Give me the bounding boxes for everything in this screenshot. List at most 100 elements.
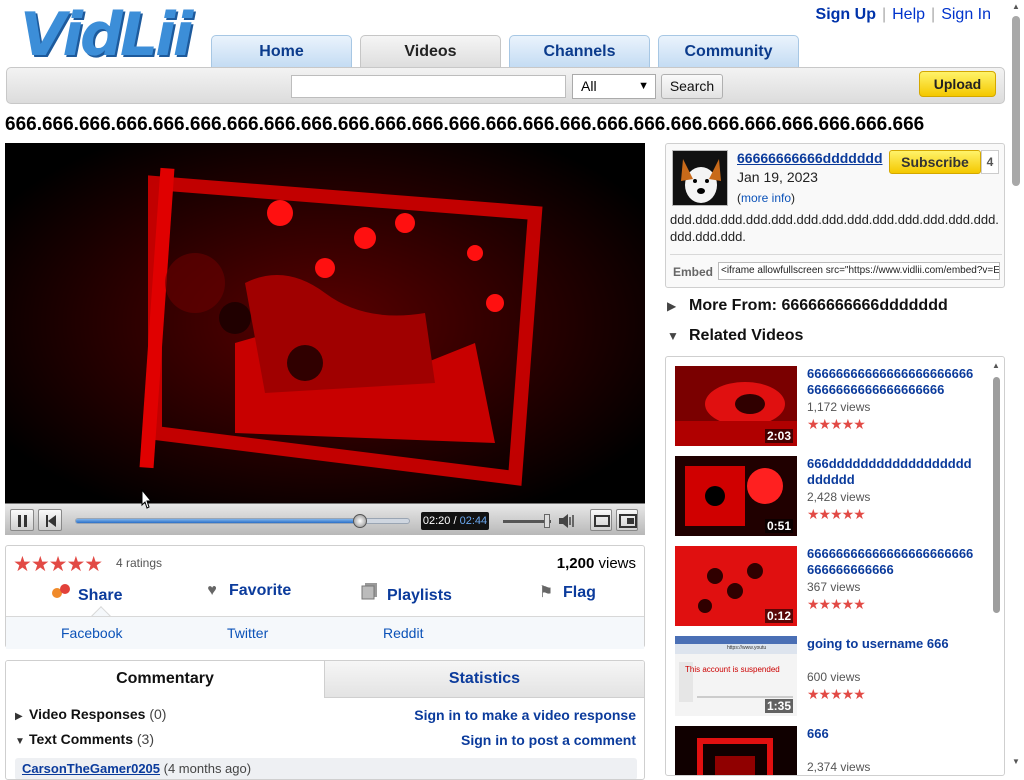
share-facebook-link[interactable]: Facebook (61, 625, 122, 641)
embed-label: Embed (673, 265, 714, 279)
chevron-down-icon: ▼ (15, 736, 25, 747)
related-video-item[interactable]: 666 2,374 views (675, 726, 985, 775)
share-twitter-link[interactable]: Twitter (227, 625, 268, 641)
tab-commentary[interactable]: Commentary (6, 661, 325, 698)
search-bar: All ▼ Search Upload (6, 67, 1005, 104)
more-info-link[interactable]: more info (741, 191, 791, 205)
related-videos-label: Related Videos (689, 327, 804, 344)
embed-row: Embed <iframe allowfullscreen src="https… (670, 254, 1002, 284)
uploader-name[interactable]: 66666666666ddddddd (737, 150, 883, 166)
views-count: 1,200 views (557, 555, 636, 572)
favorite-label: Favorite (229, 582, 292, 599)
scroll-down-arrow-icon[interactable]: ▼ (1012, 757, 1020, 766)
sign-in-link[interactable]: Sign In (935, 6, 997, 23)
related-video-thumbnail[interactable]: 2:03 (675, 366, 797, 446)
more-from-label: More From: 66666666666ddddddd (689, 297, 948, 314)
video-responses-label: Video Responses (29, 706, 146, 722)
related-video-thumbnail[interactable]: https://www.youtu This account is suspen… (675, 636, 797, 716)
related-video-item[interactable]: 0:12 66666666666666666666666666666666666… (675, 546, 985, 626)
related-video-rating: ★★★★★ (807, 686, 866, 702)
uploader-avatar[interactable] (672, 150, 728, 206)
subscribe-button[interactable]: Subscribe (889, 150, 981, 174)
playlists-label: Playlists (387, 587, 452, 604)
comment-author[interactable]: CarsonTheGamer0205 (22, 761, 160, 776)
current-time: 02:20 (422, 515, 451, 527)
previous-button[interactable] (38, 509, 62, 531)
favorite-button[interactable]: ♥ Favorite (201, 582, 291, 606)
video-duration: 0:51 (764, 519, 793, 533)
vidlii-logo[interactable]: VidLii (20, 0, 193, 70)
share-icon (50, 582, 72, 605)
related-video-rating: ★★★★★ (807, 596, 866, 612)
thumbnail-url-text: https://www.youtu (727, 645, 767, 651)
seek-bar-fill (76, 519, 361, 523)
flag-button[interactable]: ⚑ Flag (535, 582, 596, 606)
search-input[interactable] (291, 75, 566, 98)
scroll-up-arrow-icon[interactable]: ▲ (1012, 2, 1020, 11)
pause-button[interactable] (10, 509, 34, 531)
related-video-item[interactable]: 2:03 66666666666666666666666666666666666… (675, 366, 985, 446)
volume-slider[interactable] (503, 514, 551, 528)
tab-videos[interactable]: Videos (360, 35, 501, 67)
total-time: 02:44 (459, 515, 488, 527)
chevron-down-icon: ▼ (638, 80, 649, 92)
share-links: Facebook Twitter Reddit (6, 616, 644, 649)
search-category-select[interactable]: All ▼ (572, 74, 656, 99)
playlists-button[interactable]: Playlists (359, 582, 452, 606)
related-video-item[interactable]: 0:51 666dddddddddddddddddddddddd 2,428 v… (675, 456, 985, 536)
search-button[interactable]: Search (661, 74, 723, 99)
chevron-down-icon: ▼ (667, 329, 679, 343)
related-videos-toggle[interactable]: ▼ Related Videos (667, 327, 803, 345)
video-duration: 2:03 (764, 429, 793, 443)
popout-button[interactable] (590, 509, 612, 531)
help-link[interactable]: Help (886, 6, 931, 23)
share-label: Share (78, 587, 123, 604)
related-videos-list: 2:03 66666666666666666666666666666666666… (665, 356, 1005, 776)
sign-in-response-link[interactable]: Sign in to make a video response (414, 707, 636, 723)
related-video-title[interactable]: 666dddddddddddddddddddddddd (807, 456, 977, 488)
video-description: ddd.ddd.ddd.ddd.ddd.ddd.ddd.ddd.ddd.ddd.… (670, 212, 999, 244)
video-player[interactable]: 02:20 / 02:44 (5, 143, 645, 535)
share-button[interactable]: Share (50, 582, 122, 606)
share-reddit-link[interactable]: Reddit (383, 625, 423, 641)
volume-handle[interactable] (543, 514, 550, 528)
related-video-thumbnail[interactable]: 0:51 (675, 456, 797, 536)
video-responses-toggle[interactable]: ▶ Video Responses (0) (15, 706, 166, 722)
popout-icon (594, 515, 610, 527)
seek-bar[interactable] (75, 514, 410, 528)
related-video-title[interactable]: 6666666666666666666666666666666666666666… (807, 366, 977, 398)
flag-label: Flag (563, 584, 596, 601)
related-scrollbar-thumb[interactable] (993, 377, 1000, 613)
related-video-views: 600 views (807, 670, 861, 684)
related-scrollbar[interactable]: ▲ (991, 361, 1001, 773)
page-scrollbar[interactable]: ▲ ▼ (1008, 0, 1024, 768)
tab-channels[interactable]: Channels (509, 35, 650, 67)
tab-community[interactable]: Community (658, 35, 799, 67)
related-video-item[interactable]: https://www.youtu This account is suspen… (675, 636, 985, 716)
page-scrollbar-thumb[interactable] (1012, 16, 1020, 186)
embed-code-field[interactable]: <iframe allowfullscreen src="https://www… (718, 262, 1000, 280)
text-comments-toggle[interactable]: ▼ Text Comments (3) (15, 731, 154, 747)
more-from-toggle[interactable]: ▶ More From: 66666666666ddddddd (667, 297, 948, 315)
skip-back-icon (46, 515, 56, 527)
comment-time: (4 months ago) (163, 761, 252, 776)
speaker-icon[interactable] (557, 512, 577, 530)
seek-handle[interactable] (353, 514, 368, 528)
related-video-thumbnail[interactable] (675, 726, 797, 775)
related-video-title[interactable]: 66666666666666666666666666666666666 (807, 546, 977, 578)
related-video-thumbnail[interactable]: 0:12 (675, 546, 797, 626)
tab-home[interactable]: Home (211, 35, 352, 67)
video-title: 666.666.666.666.666.666.666.666.666.666.… (5, 114, 925, 135)
scroll-up-arrow-icon[interactable]: ▲ (992, 361, 1000, 370)
rating-stars[interactable]: ★★★★★ (13, 552, 103, 577)
related-video-title[interactable]: going to username 666 (807, 636, 977, 652)
playlist-icon (359, 582, 381, 605)
tab-statistics[interactable]: Statistics (325, 661, 644, 698)
views-label: views (598, 555, 636, 572)
related-video-title[interactable]: 666 (807, 726, 977, 742)
sign-in-comment-link[interactable]: Sign in to post a comment (461, 732, 636, 748)
upload-date: Jan 19, 2023 (737, 169, 818, 185)
upload-button[interactable]: Upload (919, 71, 996, 97)
sign-up-link[interactable]: Sign Up (810, 6, 882, 23)
fullscreen-button[interactable] (616, 509, 638, 531)
